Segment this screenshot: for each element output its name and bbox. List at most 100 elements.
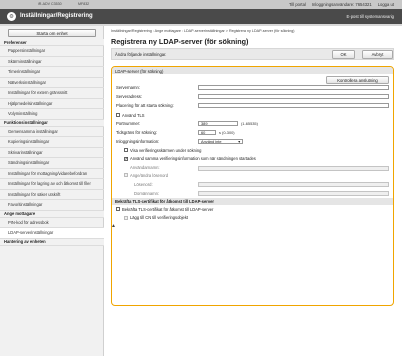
sidebar-item-label: LDAP-serverinställningar [8, 230, 54, 236]
change-bar: Ändra följande inställningar. OK Avbryt [111, 48, 394, 60]
port-input[interactable]: 389 [198, 120, 238, 126]
app-title: Inställningar/Registrering [20, 13, 93, 19]
password-input[interactable] [198, 181, 389, 187]
login-info-label: Inloggningsinformation: [116, 139, 160, 144]
login-user-label: Inloggningsanvändare: 7654321 [311, 1, 372, 7]
sidebar-item[interactable]: LDAP-serverinställningar [0, 228, 104, 239]
tls-section-title: Bekräfta TLS-certifikat för åtkomst till… [115, 199, 214, 205]
timeout-input[interactable]: 60 [198, 129, 216, 135]
sidebar-item-label: PIN-kod för adressbok [8, 219, 49, 225]
search-start-input[interactable] [198, 102, 389, 108]
settings-logo-icon: ⚙ [7, 12, 16, 21]
sidebar-item-label: Favoritinställningar [8, 202, 43, 208]
sidebar-item[interactable]: Nätverksinställningar [0, 78, 104, 88]
sidebar-item[interactable]: PIN-kod för adressbok [0, 218, 104, 228]
sidebar-item[interactable]: Skrivarinställningar [0, 148, 104, 158]
sidebar-section-header: Funktionsinställningar [0, 119, 104, 127]
sidebar-item-label: Funktionsinställningar [4, 120, 48, 125]
mail-admin-link[interactable]: E-post till systemansvarig [347, 14, 394, 19]
domain-label: Domännamn: [134, 191, 160, 196]
sidebar-item-label: Ange mottagare [4, 211, 36, 216]
show-auth-checkbox[interactable] [124, 148, 128, 152]
ldap-panel: LDAP-server (för sökning) Kontrollera an… [111, 66, 394, 306]
main-content: Inställningar/Registrering : Ange mottag… [104, 26, 402, 356]
sidebar-item[interactable]: Gemensamma inställningar [0, 127, 104, 137]
panel-header: LDAP-server (för sökning) [112, 67, 393, 74]
timeout-hint: s (0-300) [219, 130, 235, 135]
server-address-input[interactable] [198, 93, 389, 99]
password-label: Lösenord: [134, 182, 153, 187]
use-tls-checkbox[interactable] [116, 113, 120, 117]
sidebar-item[interactable]: Kopieringsinställningar [0, 137, 104, 148]
breadcrumb[interactable]: Inställningar/Registrering : Ange mottag… [111, 29, 295, 33]
same-auth-checkbox[interactable] [124, 156, 128, 162]
sidebar-item-label: Pappersinställningar [8, 48, 46, 54]
to-portal-link[interactable]: Till portal [289, 2, 306, 7]
sidebar-item[interactable]: Hjälpmedelsinställningar [0, 99, 104, 109]
server-name-input[interactable] [198, 84, 389, 90]
sidebar-item[interactable]: Timerinställningar [0, 67, 104, 78]
sidebar-item-label: Preferenser [4, 39, 27, 45]
device-model: MF832 [78, 2, 90, 6]
restart-device-button[interactable]: Starta om enhet [8, 29, 96, 37]
sidebar-item-label: Inställningar för extern gränssnitt [8, 90, 68, 96]
sidebar-item[interactable]: Inställningar för mottagning/vidarebefor… [0, 169, 104, 179]
verify-connection-button[interactable]: Kontrollera anslutning [326, 76, 389, 84]
confirm-cert-checkbox[interactable] [116, 207, 120, 211]
port-hint: (1-65535) [241, 121, 258, 126]
page-title: Registrera ny LDAP-server (för sökning) [111, 37, 249, 46]
sidebar-item[interactable]: Favoritinställningar [0, 200, 104, 211]
username-input[interactable] [198, 165, 389, 171]
sidebar-section-header: Hantering av enheten [0, 238, 104, 246]
sidebar-item[interactable]: Inställningar för säker utskrift [0, 190, 104, 200]
sidebar-item-label: Kopieringsinställningar [8, 139, 50, 145]
set-password-checkbox[interactable] [124, 173, 128, 177]
sidebar-item[interactable]: Pappersinställningar [0, 46, 104, 57]
cancel-button[interactable]: Avbryt [362, 50, 393, 59]
same-auth-label: Använd samma verifieringsinformation som… [130, 156, 256, 162]
sidebar-item-label: Inställningar för säker utskrift [8, 191, 61, 197]
sidebar-item-label: Inställningar för mottagning/vidarebefor… [8, 170, 88, 176]
sidebar-item[interactable]: Inställningar för lagring av och åtkomst… [0, 179, 104, 190]
confirm-cert-label: Bekräfta TLS-certifikat för åtkomst till… [122, 206, 214, 212]
username-label: Användarnamn: [130, 164, 160, 170]
sidebar-item-label: Sändningsinställningar [8, 160, 50, 166]
top-strip: iR-ADV C3530 MF832 Till portal Inloggnin… [0, 0, 402, 9]
search-start-label: Placering för att starta sökning: [116, 103, 174, 108]
sidebar-item[interactable]: Inställningar för extern gränssnitt [0, 88, 104, 99]
show-auth-label: Visa verifieringsskärmen under sökning [130, 147, 202, 153]
add-cn-label: Lägg till CN till verifieringsobjekt [130, 215, 189, 221]
sidebar-item-label: Skärminställningar [8, 58, 42, 64]
change-label: Ändra följande inställningar. [115, 52, 167, 57]
login-info-select[interactable]: Använd inte ▼ [198, 138, 243, 144]
sidebar-item[interactable]: Sändningsinställningar [0, 158, 104, 169]
sidebar-list: Preferenser Pappersinställningar Skärminst… [0, 39, 104, 246]
sidebar-section-header: Preferenser [0, 39, 104, 46]
app-header: ⚙ Inställningar/Registrering E-post till… [0, 9, 402, 24]
device-name: iR-ADV C3530 [38, 2, 62, 6]
domain-input[interactable] [198, 190, 389, 196]
sidebar-item-label: Inställningar för lagring av och åtkomst… [8, 181, 91, 187]
port-label: Portnummer: [116, 121, 141, 126]
panel-title: LDAP-server (för sökning) [115, 68, 164, 74]
add-cn-checkbox[interactable] [124, 215, 128, 220]
logout-link[interactable]: Logga ut [378, 2, 394, 7]
sidebar-item-label: Timerinställningar [8, 69, 41, 75]
login-info-value: Använd inte [201, 138, 222, 144]
ok-button[interactable]: OK [332, 50, 355, 59]
sidebar-item-label: Hantering av enheten [4, 239, 46, 244]
chevron-down-icon: ▼ [237, 139, 241, 144]
sidebar-item-label: Nätverksinställningar [8, 79, 46, 85]
sidebar: Starta om enhet Preferenser Pappersinstäl… [0, 26, 104, 356]
sidebar-item-label: Skrivarinställningar [8, 149, 43, 155]
sidebar-section-header: Ange mottagare [0, 210, 104, 218]
set-password-label: Ange/ändra lösenord [130, 172, 169, 178]
timeout-label: Tidsgräns för sökning: [116, 130, 158, 135]
sidebar-item[interactable]: Volyminställning [0, 109, 104, 120]
sidebar-item-label: Volyminställning [8, 111, 38, 117]
server-name-label: Servernamn: [116, 85, 140, 90]
sidebar-item[interactable]: Skärminställningar [0, 57, 104, 67]
sidebar-item-label: Gemensamma inställningar [8, 128, 58, 134]
use-tls-label: Använd TLS [122, 112, 145, 118]
arrow-up-icon[interactable]: ▲ [111, 223, 116, 229]
